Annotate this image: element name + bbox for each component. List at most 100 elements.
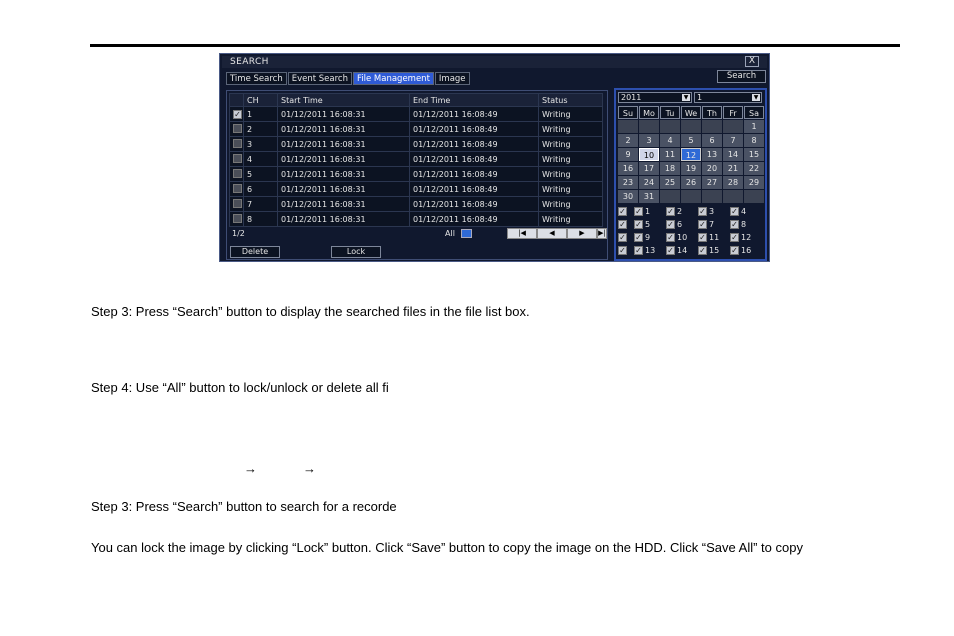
table-row[interactable]: 7 01/12/2011 16:08:31 01/12/2011 16:08:49 W… bbox=[229, 196, 603, 212]
check-icon[interactable]: ✓ bbox=[666, 233, 675, 242]
channel-checkbox-item[interactable]: ✓ 16 bbox=[730, 245, 762, 257]
channel-checkbox-item[interactable]: ✓ 8 bbox=[730, 219, 762, 231]
check-icon[interactable]: ✓ bbox=[698, 233, 707, 242]
channel-checkbox-item[interactable]: ✓ 1 bbox=[634, 206, 666, 218]
row-select-checkbox[interactable]: ✓ bbox=[618, 246, 627, 255]
table-row[interactable]: 5 01/12/2011 16:08:31 01/12/2011 16:08:49 W… bbox=[229, 166, 603, 182]
calendar-day[interactable]: 17 bbox=[639, 162, 659, 175]
calendar-day[interactable]: 12 bbox=[681, 148, 701, 161]
calendar-day[interactable]: 21 bbox=[723, 162, 743, 175]
all-checkbox[interactable] bbox=[461, 229, 472, 238]
calendar-day[interactable]: 2 bbox=[618, 134, 638, 147]
calendar-day[interactable]: 30 bbox=[618, 190, 638, 203]
channel-checkbox-item[interactable]: ✓ 14 bbox=[666, 245, 698, 257]
row-select-checkbox[interactable]: ✓ bbox=[618, 220, 627, 229]
calendar-day[interactable]: 19 bbox=[681, 162, 701, 175]
calendar-day[interactable]: 11 bbox=[660, 148, 680, 161]
prev-page-icon[interactable]: ◀ bbox=[537, 228, 567, 239]
channel-checkbox-item[interactable]: ✓ 4 bbox=[730, 206, 762, 218]
calendar-day[interactable]: 29 bbox=[744, 176, 764, 189]
row-select-checkbox[interactable]: ✓ bbox=[618, 207, 627, 216]
calendar-day[interactable]: 16 bbox=[618, 162, 638, 175]
status-cell: Writing bbox=[538, 136, 603, 152]
channel-checkbox-item[interactable]: ✓ 11 bbox=[698, 232, 730, 244]
calendar-day[interactable]: 5 bbox=[681, 134, 701, 147]
channel-checkbox-item[interactable]: ✓ 12 bbox=[730, 232, 762, 244]
calendar-day[interactable]: 27 bbox=[702, 176, 722, 189]
calendar-day[interactable]: 24 bbox=[639, 176, 659, 189]
row-checkbox[interactable] bbox=[233, 213, 242, 223]
channel-checkbox-item[interactable]: ✓ 13 bbox=[634, 245, 666, 257]
calendar-day[interactable]: 20 bbox=[702, 162, 722, 175]
check-icon[interactable]: ✓ bbox=[730, 207, 739, 216]
channel-checkbox-item[interactable]: ✓ 15 bbox=[698, 245, 730, 257]
channel-label: 3 bbox=[709, 207, 715, 216]
calendar-day[interactable]: 10 bbox=[639, 148, 659, 161]
calendar-day[interactable]: 26 bbox=[681, 176, 701, 189]
table-row[interactable]: 6 01/12/2011 16:08:31 01/12/2011 16:08:49 W… bbox=[229, 181, 603, 197]
calendar-day[interactable]: 13 bbox=[702, 148, 722, 161]
row-checkbox[interactable] bbox=[233, 183, 242, 193]
channel-checkbox-item[interactable]: ✓ 10 bbox=[666, 232, 698, 244]
delete-button[interactable]: Delete bbox=[230, 246, 280, 258]
calendar-day[interactable]: 18 bbox=[660, 162, 680, 175]
calendar-day[interactable]: 4 bbox=[660, 134, 680, 147]
check-icon[interactable]: ✓ bbox=[634, 207, 643, 216]
row-checkbox[interactable] bbox=[233, 138, 242, 148]
check-icon[interactable]: ✓ bbox=[634, 220, 643, 229]
row-checkbox[interactable] bbox=[233, 123, 242, 133]
check-icon[interactable]: ✓ bbox=[634, 233, 643, 242]
row-checkbox[interactable] bbox=[233, 198, 242, 208]
calendar-day[interactable]: 9 bbox=[618, 148, 638, 161]
calendar-day[interactable]: 14 bbox=[723, 148, 743, 161]
channel-checkbox-item[interactable]: ✓ 9 bbox=[634, 232, 666, 244]
check-icon[interactable]: ✓ bbox=[730, 246, 739, 255]
channel-checkbox-item[interactable]: ✓ 3 bbox=[698, 206, 730, 218]
calendar-day[interactable]: 7 bbox=[723, 134, 743, 147]
calendar-day[interactable]: 22 bbox=[744, 162, 764, 175]
check-icon[interactable]: ✓ bbox=[666, 246, 675, 255]
tab-event-search[interactable]: Event Search bbox=[287, 72, 352, 85]
calendar-day[interactable]: 31 bbox=[639, 190, 659, 203]
table-row[interactable]: ✓ 1 01/12/2011 16:08:31 01/12/2011 16:08:49… bbox=[229, 106, 603, 122]
check-icon[interactable]: ✓ bbox=[698, 246, 707, 255]
calendar-day[interactable]: 25 bbox=[660, 176, 680, 189]
channel-checkbox-item[interactable]: ✓ 7 bbox=[698, 219, 730, 231]
year-select[interactable]: 2011 ▼ bbox=[618, 92, 692, 103]
tab-image[interactable]: Image bbox=[434, 72, 470, 85]
calendar-day[interactable]: 28 bbox=[723, 176, 743, 189]
tab-time-search[interactable]: Time Search bbox=[226, 72, 287, 85]
check-icon[interactable]: ✓ bbox=[634, 246, 643, 255]
table-row[interactable]: 8 01/12/2011 16:08:31 01/12/2011 16:08:49 W… bbox=[229, 211, 603, 227]
last-page-icon[interactable]: ▶| bbox=[597, 228, 607, 239]
first-page-icon[interactable]: |◀ bbox=[507, 228, 537, 239]
calendar-day[interactable]: 8 bbox=[744, 134, 764, 147]
search-button[interactable]: Search bbox=[717, 70, 766, 83]
table-row[interactable]: 3 01/12/2011 16:08:31 01/12/2011 16:08:49 W… bbox=[229, 136, 603, 152]
check-icon[interactable]: ✓ bbox=[698, 207, 707, 216]
row-select-checkbox[interactable]: ✓ bbox=[618, 233, 627, 242]
check-icon[interactable]: ✓ bbox=[666, 220, 675, 229]
tab-file-management[interactable]: File Management bbox=[352, 72, 434, 85]
lock-button[interactable]: Lock bbox=[331, 246, 381, 258]
calendar-day[interactable]: 6 bbox=[702, 134, 722, 147]
next-page-icon[interactable]: ▶ bbox=[567, 228, 597, 239]
check-icon[interactable]: ✓ bbox=[730, 220, 739, 229]
table-row[interactable]: 2 01/12/2011 16:08:31 01/12/2011 16:08:49 W… bbox=[229, 121, 603, 137]
channel-checkbox-item[interactable]: ✓ 6 bbox=[666, 219, 698, 231]
check-icon[interactable]: ✓ bbox=[698, 220, 707, 229]
channel-checkbox-item[interactable]: ✓ 5 bbox=[634, 219, 666, 231]
check-icon[interactable]: ✓ bbox=[730, 233, 739, 242]
calendar-day[interactable]: 3 bbox=[639, 134, 659, 147]
channel-checkbox-item[interactable]: ✓ 2 bbox=[666, 206, 698, 218]
calendar-day[interactable]: 23 bbox=[618, 176, 638, 189]
row-checkbox[interactable]: ✓ bbox=[233, 109, 242, 119]
row-checkbox[interactable] bbox=[233, 168, 242, 178]
row-checkbox[interactable] bbox=[233, 153, 242, 163]
month-select[interactable]: 1 ▼ bbox=[694, 92, 762, 103]
table-row[interactable]: 4 01/12/2011 16:08:31 01/12/2011 16:08:49 W… bbox=[229, 151, 603, 167]
calendar-day[interactable]: 15 bbox=[744, 148, 764, 161]
calendar-day[interactable]: 1 bbox=[744, 120, 764, 133]
check-icon[interactable]: ✓ bbox=[666, 207, 675, 216]
close-icon[interactable]: X bbox=[745, 56, 759, 67]
